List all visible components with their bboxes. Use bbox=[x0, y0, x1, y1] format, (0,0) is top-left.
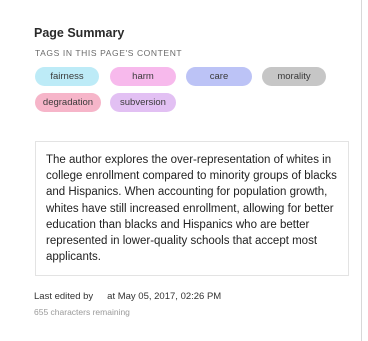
summary-text: The author explores the over-representat… bbox=[46, 154, 337, 264]
summary-textbox[interactable]: The author explores the over-representat… bbox=[35, 141, 349, 276]
tag-morality[interactable]: morality bbox=[262, 67, 326, 86]
last-edited-line: Last edited by at May 05, 2017, 02:26 PM bbox=[34, 291, 221, 302]
tag-harm[interactable]: harm bbox=[110, 67, 176, 86]
last-edited-label: Last edited by bbox=[34, 291, 94, 302]
tag-care[interactable]: care bbox=[186, 67, 252, 86]
last-edited-time: at May 05, 2017, 02:26 PM bbox=[107, 291, 222, 302]
characters-remaining: 655 characters remaining bbox=[34, 307, 130, 317]
page-title: Page Summary bbox=[34, 26, 125, 40]
page-summary-panel: Page Summary TAGS IN THIS PAGE'S CONTENT… bbox=[0, 0, 362, 341]
tag-degradation[interactable]: degradation bbox=[35, 93, 101, 112]
tag-fairness[interactable]: fairness bbox=[35, 67, 99, 86]
tag-subversion[interactable]: subversion bbox=[110, 93, 176, 112]
tags-heading: TAGS IN THIS PAGE'S CONTENT bbox=[35, 48, 183, 58]
